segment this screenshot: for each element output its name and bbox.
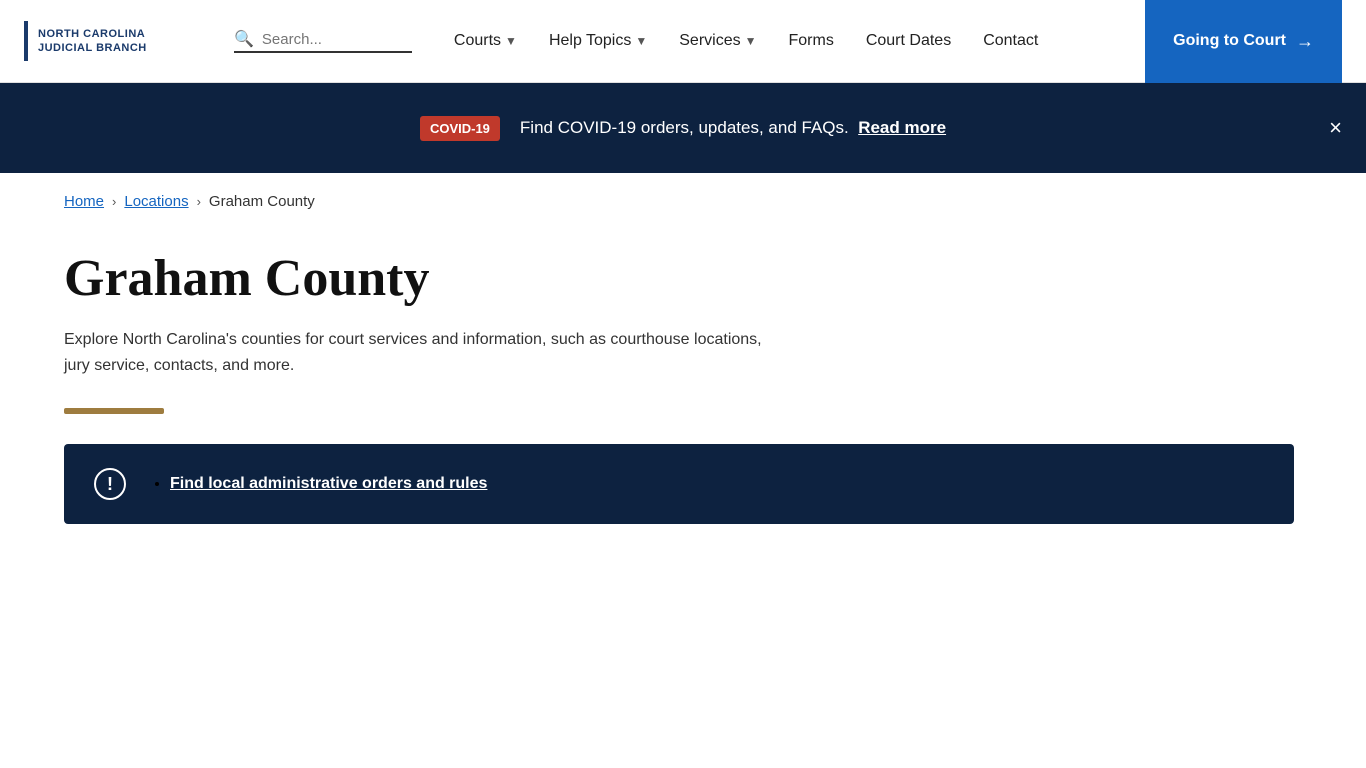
nav-services[interactable]: Services ▼ [667, 24, 768, 58]
covid-banner: COVID-19 Find COVID-19 orders, updates, … [0, 83, 1366, 173]
logo-text: NORTH CAROLINA JUDICIAL BRANCH [38, 27, 147, 56]
info-list: Find local administrative orders and rul… [150, 475, 487, 493]
gold-divider [64, 408, 164, 414]
info-icon: ! [94, 468, 126, 500]
close-banner-button[interactable]: × [1329, 117, 1342, 139]
nav-contact[interactable]: Contact [971, 24, 1050, 58]
page-title: Graham County [64, 250, 1302, 307]
chevron-down-icon: ▼ [505, 34, 517, 48]
info-box: ! Find local administrative orders and r… [64, 444, 1294, 524]
breadcrumb-current: Graham County [209, 193, 315, 210]
nav-forms[interactable]: Forms [777, 24, 846, 58]
covid-text: Find COVID-19 orders, updates, and FAQs.… [520, 118, 946, 138]
covid-badge: COVID-19 [420, 116, 500, 141]
search-area[interactable]: 🔍 [234, 29, 412, 53]
site-header: NORTH CAROLINA JUDICIAL BRANCH 🔍 Courts … [0, 0, 1366, 83]
chevron-down-icon: ▼ [745, 34, 757, 48]
going-to-court-label: Going to Court [1173, 32, 1286, 50]
arrow-right-icon: → [1296, 31, 1314, 52]
breadcrumb-separator-2: › [197, 194, 201, 209]
nav-courts[interactable]: Courts ▼ [442, 24, 529, 58]
admin-orders-link[interactable]: Find local administrative orders and rul… [170, 475, 487, 492]
search-input[interactable] [262, 31, 412, 48]
going-to-court-button[interactable]: Going to Court → [1145, 0, 1342, 83]
breadcrumb-separator-1: › [112, 194, 116, 209]
breadcrumb: Home › Locations › Graham County [0, 173, 1366, 230]
list-item: Find local administrative orders and rul… [170, 475, 487, 493]
logo-bar [24, 21, 28, 61]
chevron-down-icon: ▼ [635, 34, 647, 48]
covid-read-more-link[interactable]: Read more [858, 118, 946, 137]
logo-area: NORTH CAROLINA JUDICIAL BRANCH [24, 21, 224, 61]
page-description: Explore North Carolina's counties for co… [64, 327, 764, 378]
nav-help-topics[interactable]: Help Topics ▼ [537, 24, 659, 58]
main-content: Graham County Explore North Carolina's c… [0, 230, 1366, 564]
nav-court-dates[interactable]: Court Dates [854, 24, 963, 58]
breadcrumb-home[interactable]: Home [64, 193, 104, 210]
main-nav: Courts ▼ Help Topics ▼ Services ▼ Forms … [442, 24, 1145, 58]
search-icon: 🔍 [234, 29, 254, 49]
breadcrumb-locations[interactable]: Locations [124, 193, 188, 210]
